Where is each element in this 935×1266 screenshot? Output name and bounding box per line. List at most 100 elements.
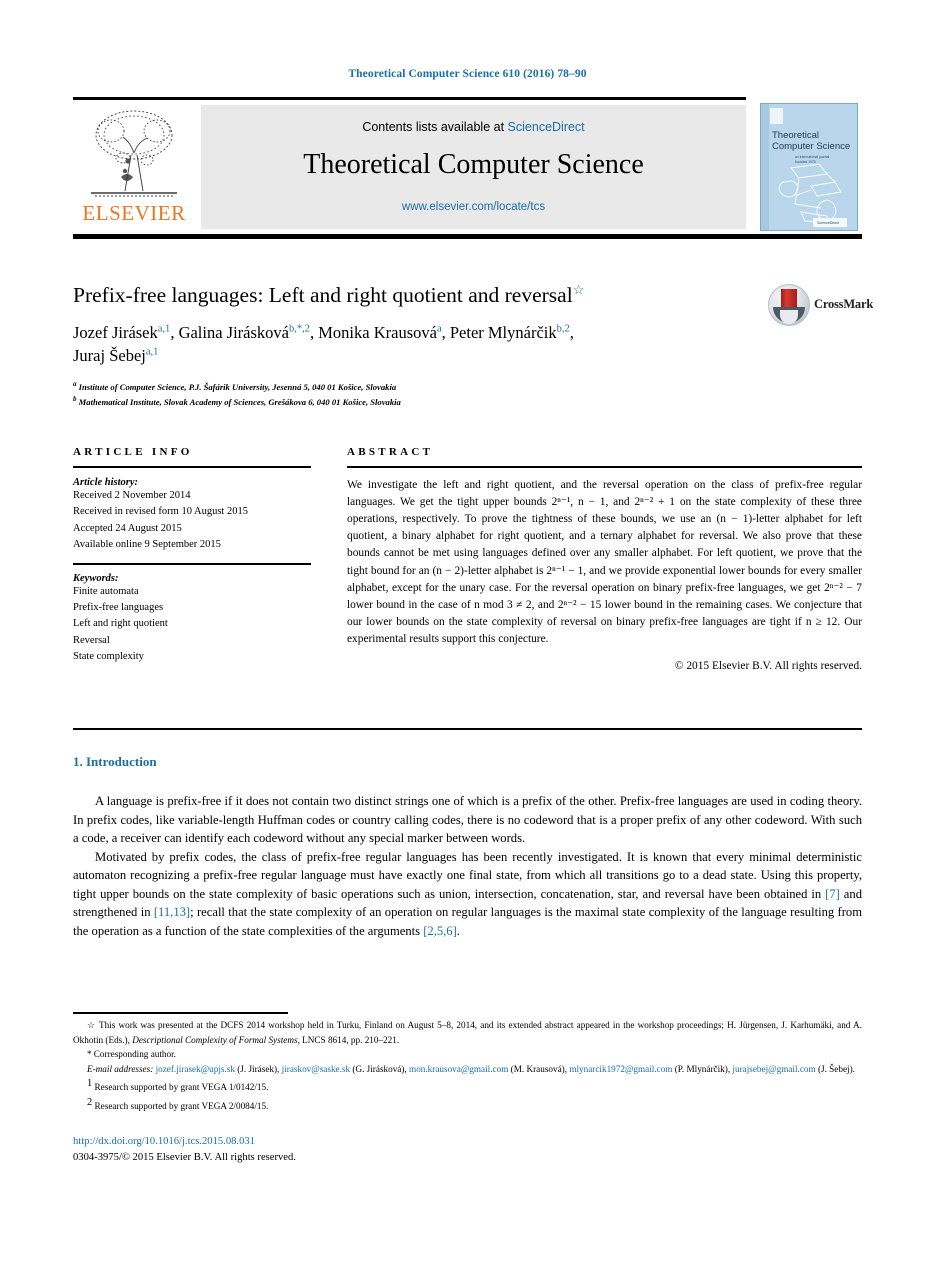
journal-band: Contents lists available at ScienceDirec… <box>201 105 746 229</box>
paragraph-part: ; recall that the state complexity of an… <box>73 905 862 938</box>
article-history-item: Accepted 24 August 2015 <box>73 522 182 534</box>
keywords-heading: Keywords: <box>73 572 119 584</box>
article-history-item: Received 2 November 2014 <box>73 490 191 501</box>
section-title: Introduction <box>86 754 157 769</box>
author-affiliation-marker[interactable]: b,2 <box>557 323 570 334</box>
elsevier-logo: ELSEVIER <box>75 105 193 229</box>
footnote-star: ☆ This work was presented at the DCFS 20… <box>73 1018 862 1047</box>
email-owner: (J. Šebej). <box>817 1064 855 1075</box>
affiliation-marker: b <box>73 394 77 403</box>
keyword-item: Reversal <box>73 634 110 646</box>
svg-text:founded 1975: founded 1975 <box>795 160 816 164</box>
article-history-item: Received in revised form 10 August 2015 <box>73 506 248 518</box>
email-label: E-mail addresses: <box>87 1064 154 1075</box>
masthead-top-rule <box>73 97 746 100</box>
contents-list-line: Contents lists available at ScienceDirec… <box>201 120 746 134</box>
author-affiliation-marker[interactable]: b,*,2 <box>289 323 310 334</box>
article-history-item: Available online 9 September 2015 <box>73 539 221 551</box>
abstract-heading: ABSTRACT <box>347 446 434 458</box>
article-info-column: ARTICLE INFO Article history: Received 2… <box>73 446 311 665</box>
elsevier-wordmark: ELSEVIER <box>82 201 186 225</box>
footnote-proceedings-title: Descriptional Complexity of Formal Syste… <box>132 1034 298 1045</box>
author-name: Galina Jirásková <box>178 322 289 342</box>
abstract-text: We investigate the left and right quotie… <box>347 479 862 645</box>
crossmark-arc-shape <box>773 307 805 324</box>
affiliation-text: Institute of Computer Science, P.J. Šafá… <box>78 381 397 392</box>
abstract-rule <box>347 466 862 468</box>
contents-prefix: Contents lists available at <box>362 120 505 134</box>
svg-text:ScienceDirect: ScienceDirect <box>817 221 839 225</box>
affiliation-list: a Institute of Computer Science, P.J. Ša… <box>73 379 863 409</box>
footnote-block: ☆ This work was presented at the DCFS 20… <box>73 1018 862 1113</box>
email-owner: (P. Mlynárčik), <box>674 1064 731 1075</box>
footnote-grant: 2 Research supported by grant VEGA 2/008… <box>73 1095 862 1113</box>
affiliation-item: a Institute of Computer Science, P.J. Ša… <box>73 379 863 394</box>
section-heading-introduction: 1. Introduction <box>73 754 157 770</box>
email-link[interactable]: jurajsebej@gmail.com <box>732 1064 815 1074</box>
abstract-column: ABSTRACT We investigate the left and rig… <box>347 446 862 672</box>
footnote-emails: E-mail addresses: jozef.jirasek@upjs.sk … <box>73 1062 862 1076</box>
author-affiliation-marker[interactable]: a,1 <box>158 323 171 334</box>
footnote-star-text-end: , LNCS 8614, pp. 210–221. <box>297 1034 400 1045</box>
author-name: Juraj Šebej <box>73 346 146 366</box>
sciencedirect-link[interactable]: ScienceDirect <box>508 120 585 134</box>
affiliation-item: b Mathematical Institute, Slovak Academy… <box>73 394 863 409</box>
journal-cover-thumbnail: Theoretical Computer Science an internat… <box>760 103 858 231</box>
footer-block: http://dx.doi.org/10.1016/j.tcs.2015.08.… <box>73 1134 296 1166</box>
article-info-heading: ARTICLE INFO <box>73 446 193 458</box>
keyword-item: Finite automata <box>73 585 139 597</box>
footnote-separator <box>73 1012 288 1014</box>
grant-text: Research supported by grant VEGA 2/0084/… <box>94 1100 269 1111</box>
page-title: Prefix-free languages: Left and right qu… <box>73 282 733 309</box>
article-page: Theoretical Computer Science 610 (2016) … <box>0 0 935 1266</box>
paper-title-text: Prefix-free languages: Left and right qu… <box>73 283 573 308</box>
email-owner: (G. Jirásková), <box>352 1064 407 1075</box>
running-head: Theoretical Computer Science 610 (2016) … <box>348 68 587 80</box>
svg-text:Theoretical: Theoretical <box>772 130 819 141</box>
footnote-corresponding-author: * Corresponding author. <box>73 1047 862 1062</box>
author-name: Peter Mlynárčik <box>449 322 557 342</box>
article-history-heading: Article history: <box>73 477 139 488</box>
journal-homepage-link[interactable]: www.elsevier.com/locate/tcs <box>201 201 746 213</box>
masthead-bottom-rule <box>73 234 862 239</box>
keyword-item: Prefix-free languages <box>73 601 164 613</box>
author-affiliation-marker[interactable]: a,1 <box>146 347 159 358</box>
citation-link[interactable]: [2,5,6] <box>423 924 457 938</box>
introduction-body: A language is prefix-free if it does not… <box>73 792 862 940</box>
svg-text:Computer Science: Computer Science <box>772 141 850 152</box>
paragraph-part: Motivated by prefix codes, the class of … <box>73 849 862 901</box>
footnote-grant: 1 Research supported by grant VEGA 1/014… <box>73 1076 862 1094</box>
elsevier-tree-icon <box>81 105 187 201</box>
journal-masthead: ELSEVIER Contents lists available at Sci… <box>73 97 862 239</box>
author-affiliation-marker[interactable]: a <box>437 323 442 334</box>
crossmark-badge[interactable]: CrossMark <box>768 284 880 326</box>
keyword-item: State complexity <box>73 651 144 662</box>
title-block: Prefix-free languages: Left and right qu… <box>73 282 873 409</box>
svg-text:an international journal: an international journal <box>795 155 830 159</box>
abstract-bottom-rule <box>73 728 862 730</box>
paragraph-part: . <box>456 923 460 938</box>
keywords-rule <box>73 562 311 565</box>
citation-link[interactable]: [7] <box>825 887 840 901</box>
citation-link[interactable]: [11,13] <box>154 905 190 919</box>
article-info-rule <box>73 466 311 468</box>
email-link[interactable]: mlynarcik1972@gmail.com <box>569 1064 672 1074</box>
issn-copyright-line: 0304-3975/© 2015 Elsevier B.V. All right… <box>73 1151 296 1163</box>
email-link[interactable]: jiraskov@saske.sk <box>282 1064 350 1074</box>
crossmark-icon <box>768 284 810 326</box>
corresponding-author-symbol: * <box>87 1049 92 1060</box>
author-list: Jozef Jiráseka,1, Galina Jiráskováb,*,2,… <box>73 322 574 366</box>
email-owner: (J. Jirásek), <box>237 1064 280 1075</box>
title-footnote-star-icon[interactable]: ☆ <box>573 282 585 297</box>
keyword-item: Left and right quotient <box>73 618 168 630</box>
crossmark-label: CrossMark <box>814 297 874 311</box>
abstract-copyright: © 2015 Elsevier B.V. All rights reserved… <box>674 660 862 673</box>
paragraph: A language is prefix-free if it does not… <box>73 794 862 845</box>
journal-title: Theoretical Computer Science <box>303 149 644 180</box>
paragraph: Motivated by prefix codes, the class of … <box>73 848 862 941</box>
email-link[interactable]: mon.krausova@gmail.com <box>409 1064 508 1074</box>
affiliation-text: Mathematical Institute, Slovak Academy o… <box>78 396 401 407</box>
email-link[interactable]: jozef.jirasek@upjs.sk <box>156 1064 235 1074</box>
section-number: 1. <box>73 754 83 769</box>
doi-link[interactable]: http://dx.doi.org/10.1016/j.tcs.2015.08.… <box>73 1134 296 1150</box>
